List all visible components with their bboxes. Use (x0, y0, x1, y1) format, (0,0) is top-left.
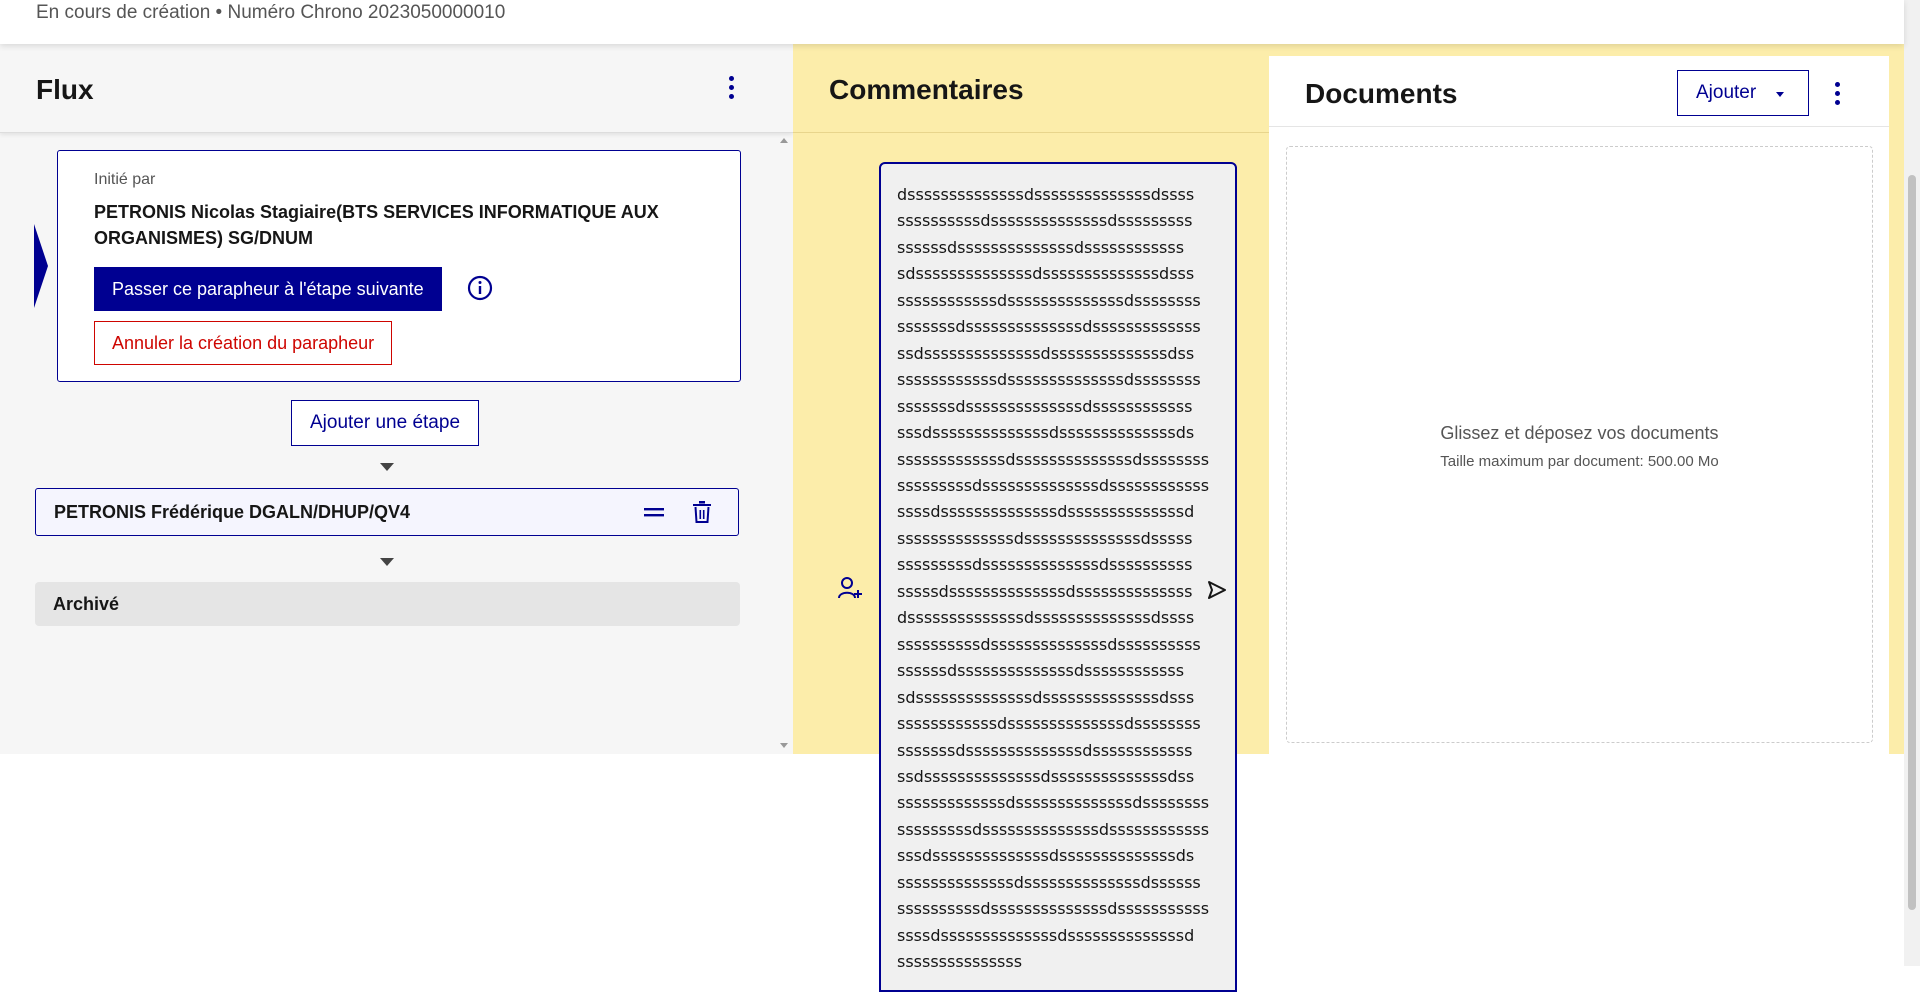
comment-text-line: ssssssssssssdssssssssssssssdssssssss (897, 370, 1201, 390)
comment-text-line: sdssssssssssssssdssssssssssssssdsss (897, 687, 1195, 707)
comment-text-line: ssssssssssssssdssssssssssssssdsssss (897, 528, 1193, 548)
chevron-down-icon (1776, 92, 1784, 97)
comment-input-text[interactable]: dssssssssssssssdssssssssssssssdssss sssss… (897, 182, 1210, 976)
send-comment-icon[interactable] (1207, 580, 1227, 600)
comment-text-line: ssssdssssssssssssssdssssssssssssssd (897, 925, 1195, 945)
comment-text-line: sssssssssdssssssssssssssdssssssssssss (897, 475, 1210, 495)
documents-panel: Documents Ajouter Glissez et déposez vos… (1269, 56, 1889, 754)
comment-text-line: sssssssssdssssssssssssssdssssssssssss (897, 819, 1210, 839)
comment-text-line: ssdssssssssssssssdssssssssssssssdss (897, 766, 1195, 786)
comment-text-line: sdssssssssssssssdssssssssssssssdsss (897, 264, 1195, 284)
comment-text-line: sssssssssssssdssssssssssssssdssssssss (897, 449, 1210, 469)
initiator-label: Initié par (94, 171, 156, 188)
flow-arrow-down-icon (380, 558, 394, 566)
next-step-button[interactable]: Passer ce parapheur à l'étape suivante (94, 267, 442, 311)
comment-text-line: sssssssdssssssssssssssdssssssssssss (897, 396, 1193, 416)
page-scrollbar[interactable] (1904, 0, 1920, 966)
scroll-up-icon[interactable] (780, 138, 788, 143)
mention-user-icon[interactable] (838, 576, 862, 602)
scroll-down-icon[interactable] (780, 743, 788, 748)
comment-text-line: ssssssdssssssssssssssdssssssssssss (897, 237, 1185, 257)
comment-text-line: ssssdssssssssssssssdssssssssssssssd (897, 502, 1195, 522)
step-name: PETRONIS Frédérique DGALN/DHUP/QV4 (54, 502, 411, 522)
flux-panel: Flux Initié par PETRONIS Nicolas Stagiai… (0, 44, 793, 754)
step-card[interactable]: PETRONIS Frédérique DGALN/DHUP/QV4 (35, 488, 739, 536)
flow-arrow-down-icon (380, 463, 394, 471)
flux-scrollbar[interactable] (780, 138, 790, 748)
documents-title: Documents (1305, 78, 1458, 109)
add-document-button[interactable]: Ajouter (1677, 70, 1809, 116)
drag-handle-icon[interactable] (644, 505, 664, 519)
comment-text-line: sssssssssssssss (897, 952, 1023, 972)
comment-text-line: sssssssssdssssssssssssssdssssssssss (897, 555, 1193, 575)
comment-text-line: ssssssssssdssssssssssssssdssssssssss (897, 634, 1201, 654)
comment-text-line: sssssssssssssdssssssssssssssdssssssss (897, 793, 1210, 813)
top-bar: En cours de création • Numéro Chrono 202… (0, 0, 1904, 44)
current-step-marker-icon (34, 224, 48, 308)
flux-header: Flux (0, 44, 793, 133)
comment-text-line: ssdssssssssssssssdssssssssssssssdss (897, 343, 1195, 363)
comment-text-line: sssssdssssssssssssssdssssssssssssss (897, 581, 1193, 601)
comment-text-line: dssssssssssssssdssssssssssssssdssss (897, 185, 1195, 204)
comment-text-line: sssssssdssssssssssssssdsssssssssssss (897, 317, 1201, 337)
comment-text-line: ssssssssssdssssssssssssssdsssssssssss (897, 899, 1210, 919)
comment-text-line: ssssssssssdssssssssssssssdsssssssss (897, 211, 1193, 231)
flux-title: Flux (36, 74, 94, 105)
add-step-button[interactable]: Ajouter une étape (291, 400, 480, 446)
comment-input[interactable]: dssssssssssssssdssssssssssssssdssss sssss… (879, 162, 1237, 992)
comment-text-line: ssssssdssssssssssssssdssssssssssss (897, 661, 1185, 681)
flux-more-options-icon[interactable] (729, 76, 735, 104)
comment-text-line: dssssssssssssssdssssssssssssssdssss (897, 608, 1195, 628)
initiator-card: Initié par PETRONIS Nicolas Stagiaire(BT… (57, 150, 741, 382)
comment-text-line: ssssssssssssssdssssssssssssssdssssss (897, 872, 1201, 892)
divider (1269, 126, 1889, 127)
comment-text-line: ssssssssssssdssssssssssssssdssssssss (897, 290, 1201, 310)
document-dropzone[interactable]: Glissez et déposez vos documents Taille … (1286, 146, 1873, 743)
documents-more-options-icon[interactable] (1835, 82, 1841, 110)
add-document-label: Ajouter (1696, 82, 1757, 103)
comments-header: Commentaires (793, 44, 1269, 133)
comment-text-line: sssdssssssssssssssdssssssssssssssds (897, 423, 1195, 443)
info-icon[interactable] (467, 275, 493, 301)
initiator-name: PETRONIS Nicolas Stagiaire(BTS SERVICES … (94, 202, 659, 248)
comments-title: Commentaires (829, 74, 1024, 105)
page-scrollbar-thumb[interactable] (1908, 175, 1916, 910)
archive-step: Archivé (35, 582, 740, 626)
comment-text-line: sssssssdssssssssssssssdssssssssssss (897, 740, 1193, 760)
dropzone-text: Glissez et déposez vos documents (1440, 423, 1719, 443)
delete-step-icon[interactable] (693, 501, 711, 523)
archive-label: Archivé (53, 594, 120, 614)
cancel-creation-button[interactable]: Annuler la création du parapheur (94, 321, 393, 365)
dropzone-size-limit: Taille maximum par document: 500.00 Mo (1440, 453, 1719, 470)
comment-text-line: sssdssssssssssssssdssssssssssssssds (897, 846, 1195, 866)
comment-text-line: ssssssssssssdssssssssssssssdssssssss (897, 714, 1201, 734)
status-line: En cours de création • Numéro Chrono 202… (36, 2, 506, 23)
